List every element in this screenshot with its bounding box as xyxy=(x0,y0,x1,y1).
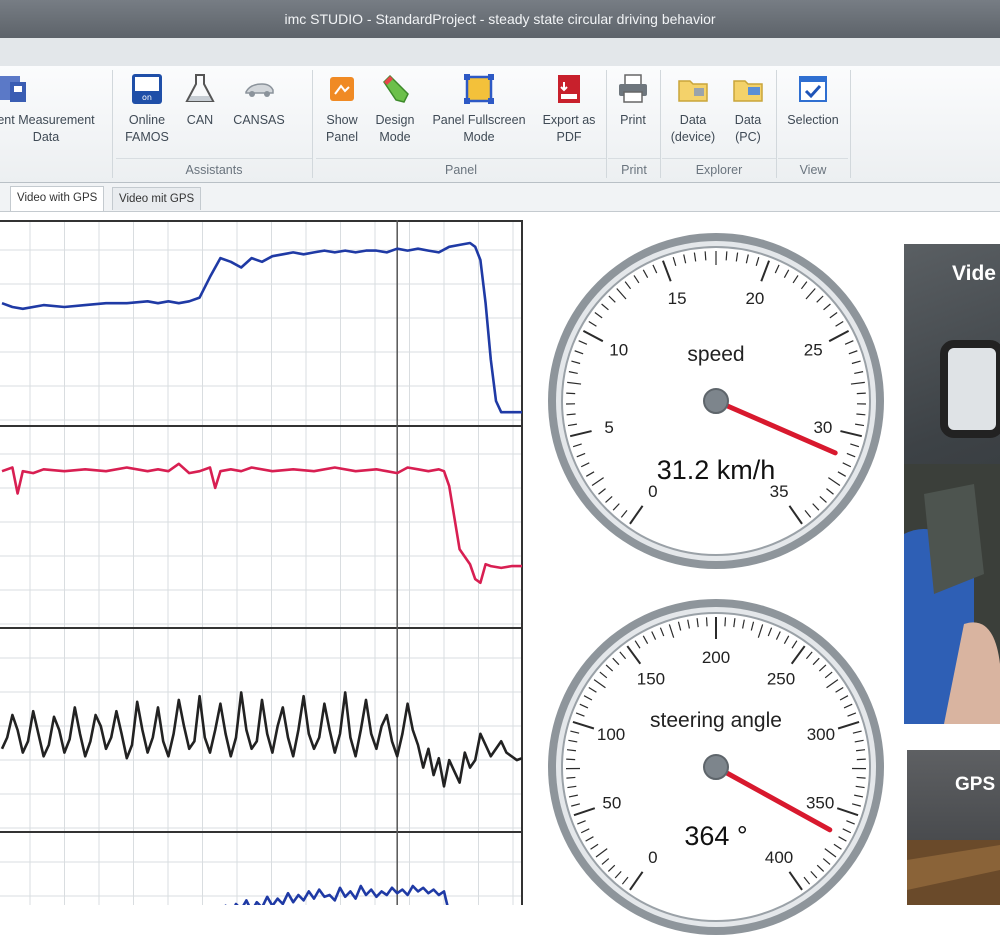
ribbon-separator xyxy=(850,70,851,178)
steering-gauge-tick-label: 200 xyxy=(702,648,730,667)
steering-gauge-tick-label: 100 xyxy=(597,725,625,744)
export-as-pdf-button[interactable]: Export as PDF xyxy=(536,72,602,146)
printer-icon xyxy=(616,72,650,106)
cansas-button[interactable]: CANSAS xyxy=(226,72,292,129)
ribbon-separator xyxy=(606,70,607,178)
ribbon-separator xyxy=(312,70,313,178)
cansas-icon xyxy=(242,72,276,106)
steering-angle-gauge: 0 50 100 150 200 250 300 350 400 steering angle 36… xyxy=(543,594,889,940)
steering-gauge-tick-label: 350 xyxy=(806,793,834,812)
design-pencil-icon xyxy=(378,72,412,106)
speed-gauge-tick-label: 10 xyxy=(609,341,628,360)
document-tab-strip: Video with GPS Video mit GPS xyxy=(0,183,1000,212)
steering-gauge-tick xyxy=(707,617,708,626)
ribbon-separator xyxy=(112,70,113,178)
speed-gauge-tick xyxy=(705,251,706,260)
tab-video-mit-gps[interactable]: Video mit GPS xyxy=(112,187,201,210)
speed-gauge-label: speed xyxy=(687,343,744,366)
steering-gauge-tick xyxy=(857,777,866,778)
selection-check-icon xyxy=(796,72,830,106)
speed-gauge-needle-hub xyxy=(704,389,728,413)
steering-gauge-tick-label: 400 xyxy=(765,848,793,867)
show-panel-icon xyxy=(325,72,359,106)
folder-pc-icon xyxy=(731,72,765,106)
measurement-data-icon xyxy=(0,72,30,106)
speed-gauge-tick-label: 30 xyxy=(813,418,832,437)
speed-gauge-tick-label: 5 xyxy=(604,418,613,437)
famos-icon: on xyxy=(130,72,164,106)
video-panel[interactable]: Vide xyxy=(904,244,1000,724)
selection-button[interactable]: Selection xyxy=(780,72,846,129)
speed-gauge-tick xyxy=(567,414,576,415)
print-button[interactable]: Print xyxy=(610,72,656,129)
steering-gauge-tick-label: 300 xyxy=(807,725,835,744)
show-panel-button[interactable]: Show Panel xyxy=(318,72,366,146)
data-pc-button[interactable]: Data (PC) xyxy=(724,72,772,146)
steering-gauge-tick xyxy=(566,777,575,778)
current-measurement-data-button[interactable]: ent Measurement Data xyxy=(0,72,112,146)
ribbon-separator xyxy=(660,70,661,178)
tab-video-with-gps[interactable]: Video with GPS xyxy=(10,186,104,211)
ribbon-group-assistants: Assistants xyxy=(116,158,312,181)
speed-gauge-tick xyxy=(856,414,865,415)
video-frame xyxy=(904,244,1000,724)
data-device-button[interactable]: Data (device) xyxy=(664,72,722,146)
pdf-icon xyxy=(552,72,586,106)
speed-gauge-tick-label: 15 xyxy=(668,289,687,308)
window-titlebar: imc STUDIO - StandardProject - steady st… xyxy=(0,0,1000,38)
speed-gauge-readout: 31.2 km/h xyxy=(657,455,776,485)
chart-gridlines xyxy=(0,220,522,905)
design-mode-button[interactable]: Design Mode xyxy=(368,72,422,146)
panel-fullscreen-mode-button[interactable]: Panel Fullscreen Mode xyxy=(426,72,532,146)
ribbon-separator xyxy=(776,70,777,178)
speed-gauge-tick xyxy=(726,251,727,260)
gps-label: GPS xyxy=(955,774,995,796)
steering-gauge-tick-label: 250 xyxy=(767,669,795,688)
ribbon: ent Measurement Data on Online FAMOS CAN… xyxy=(0,66,1000,183)
steering-gauge-tick xyxy=(725,617,726,626)
steering-gauge-readout: 364 ° xyxy=(684,821,747,851)
ribbon-tab-strip xyxy=(0,38,1000,67)
can-button[interactable]: CAN xyxy=(178,72,222,129)
svg-text:on: on xyxy=(142,93,152,102)
gps-panel[interactable]: GPS xyxy=(907,750,1000,905)
video-label: Vide xyxy=(952,262,996,286)
window-title: imc STUDIO - StandardProject - steady st… xyxy=(284,11,715,27)
steering-gauge-tick-label: 0 xyxy=(648,848,657,867)
ribbon-group-print: Print xyxy=(608,158,660,181)
online-famos-button[interactable]: on Online FAMOS xyxy=(118,72,176,146)
can-flask-icon xyxy=(183,72,217,106)
folder-device-icon xyxy=(676,72,710,106)
steering-gauge-label: steering angle xyxy=(650,709,782,732)
steering-gauge-tick-label: 150 xyxy=(637,669,665,688)
steering-gauge-needle-hub xyxy=(704,755,728,779)
multi-channel-line-chart xyxy=(0,220,525,905)
steering-gauge-tick-label: 50 xyxy=(602,793,621,812)
ribbon-group-panel: Panel xyxy=(316,158,606,181)
speed-gauge-tick-label: 25 xyxy=(804,341,823,360)
fullscreen-icon xyxy=(462,72,496,106)
speed-gauge-tick-label: 20 xyxy=(745,289,764,308)
ribbon-group-explorer: Explorer xyxy=(662,158,776,181)
ribbon-group-view: View xyxy=(778,158,848,181)
speed-gauge: 05101520253035speed31.2 km/h xyxy=(543,228,889,574)
